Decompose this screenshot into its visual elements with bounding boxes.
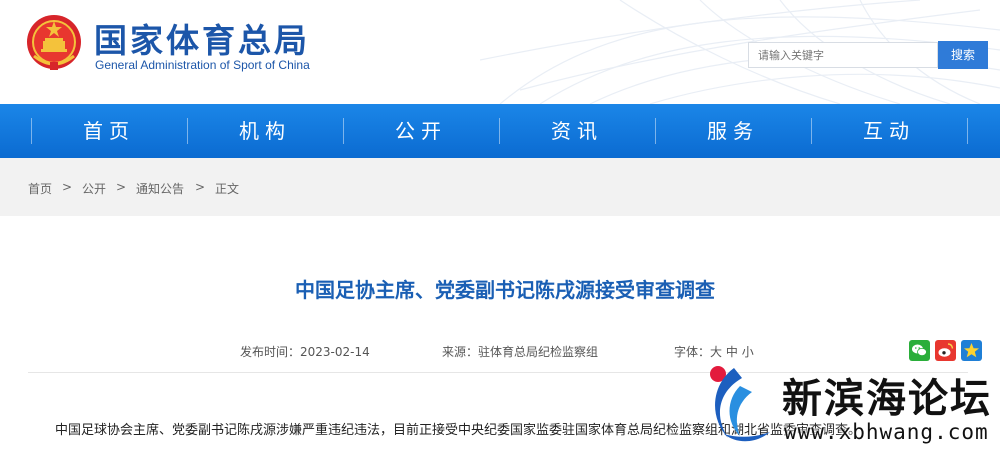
publish-time: 发布时间：2023-02-14 xyxy=(240,343,370,360)
watermark-url: www.xbhwang.com xyxy=(784,420,989,444)
nav-item-news[interactable]: 资讯 xyxy=(499,104,655,158)
font-size-small[interactable]: 小 xyxy=(742,345,754,359)
search-input[interactable] xyxy=(748,42,938,68)
article-title: 中国足协主席、党委副书记陈戌源接受审查调查 xyxy=(295,278,715,302)
publish-time-value: 2023-02-14 xyxy=(300,345,370,359)
watermark-logo-icon xyxy=(710,366,770,442)
nav-item-interaction[interactable]: 互动 xyxy=(811,104,967,158)
nav-item-services[interactable]: 服务 xyxy=(655,104,811,158)
nav-item-home[interactable]: 首页 xyxy=(31,104,187,158)
publish-time-label: 发布时间： xyxy=(240,345,301,359)
breadcrumb: 首页 > 公开 > 通知公告 > 正文 xyxy=(0,158,1000,216)
nav-item-public[interactable]: 公开 xyxy=(343,104,499,158)
breadcrumb-separator: > xyxy=(116,180,127,194)
nav-item-organization[interactable]: 机构 xyxy=(187,104,343,158)
site-title-english[interactable]: General Administration of Sport of China xyxy=(95,58,310,72)
site-header: 国家体育总局 General Administration of Sport o… xyxy=(0,0,1000,104)
national-emblem-icon xyxy=(27,15,81,70)
breadcrumb-home[interactable]: 首页 xyxy=(28,180,52,197)
main-nav: 首页 机构 公开 资讯 服务 互动 xyxy=(0,104,1000,158)
weibo-icon[interactable] xyxy=(935,340,956,361)
wechat-icon[interactable] xyxy=(909,340,930,361)
font-size-label: 字体： xyxy=(674,345,711,359)
font-size-selector: 字体：大 中 小 xyxy=(674,343,754,360)
article-source: 来源：驻体育总局纪检监察组 xyxy=(442,343,598,360)
nav-separator xyxy=(967,118,968,144)
breadcrumb-public[interactable]: 公开 xyxy=(82,180,106,197)
font-size-large[interactable]: 大 xyxy=(710,345,722,359)
search-button[interactable]: 搜索 xyxy=(938,41,988,69)
breadcrumb-notices[interactable]: 通知公告 xyxy=(136,180,184,197)
breadcrumb-separator: > xyxy=(62,180,73,194)
source-label: 来源： xyxy=(442,345,479,359)
favorite-icon[interactable] xyxy=(961,340,982,361)
watermark-name: 新滨海论坛 xyxy=(782,376,992,422)
source-value: 驻体育总局纪检监察组 xyxy=(478,345,599,359)
site-title[interactable]: 国家体育总局 xyxy=(94,14,310,62)
font-size-medium[interactable]: 中 xyxy=(726,345,738,359)
breadcrumb-separator: > xyxy=(195,180,206,194)
breadcrumb-current: 正文 xyxy=(215,182,240,196)
